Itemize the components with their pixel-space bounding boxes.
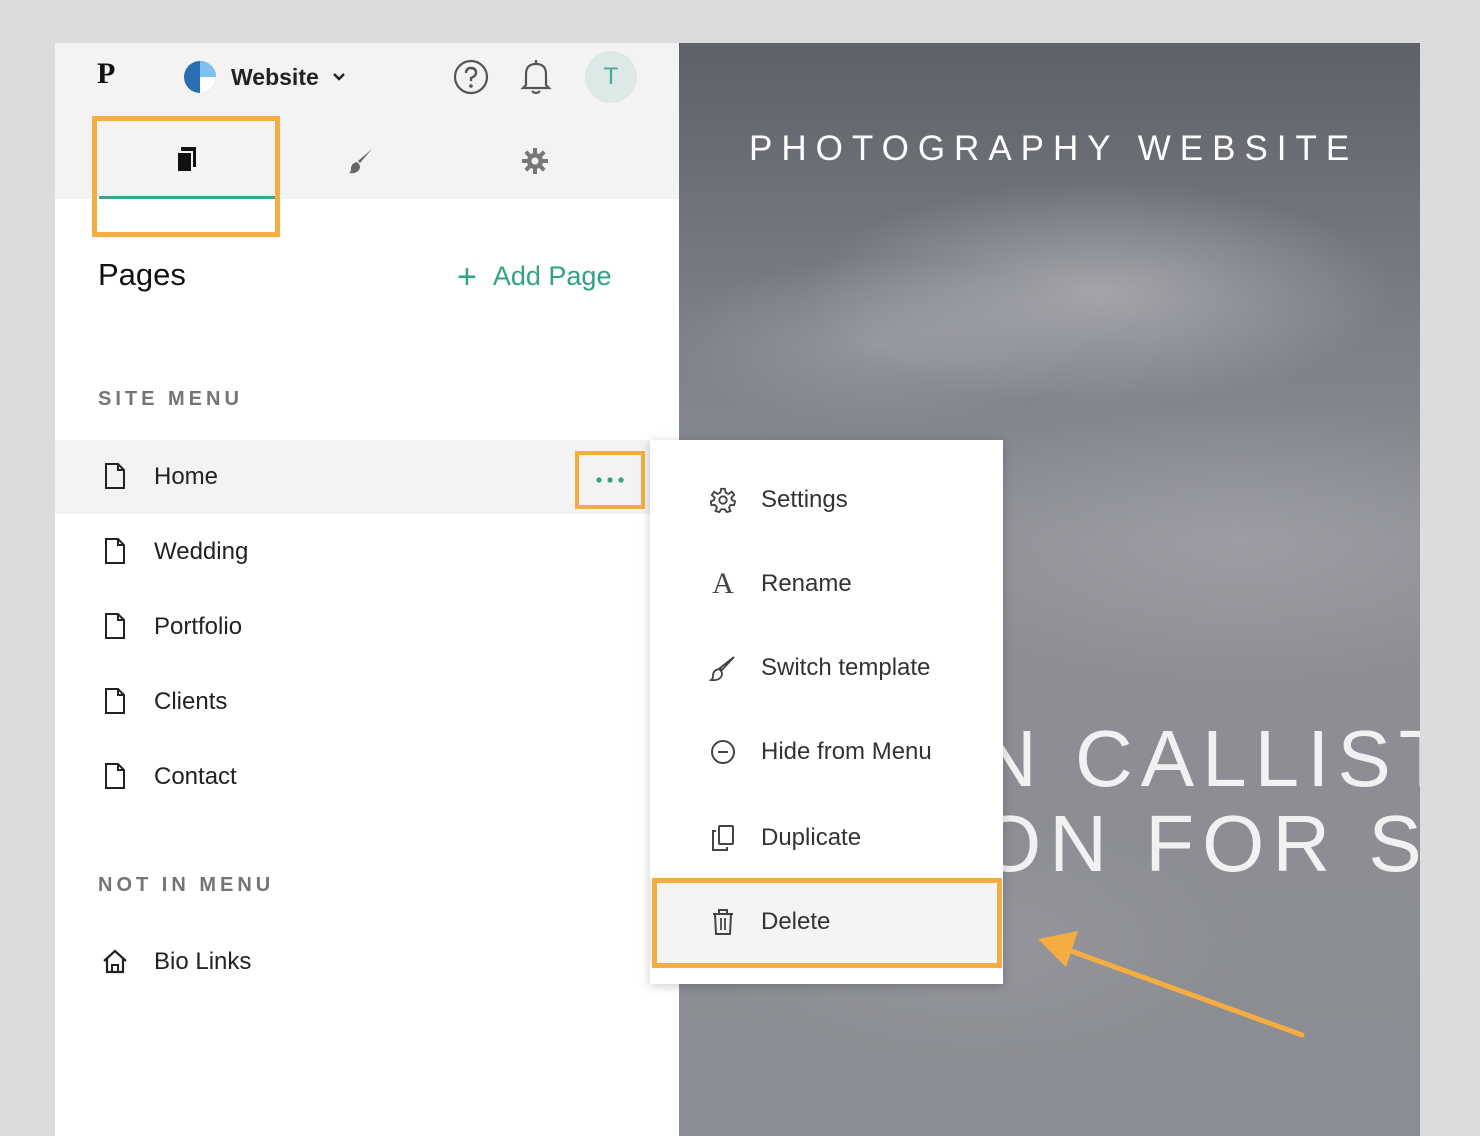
menu-item-label: Settings	[761, 486, 848, 513]
app-logo[interactable]: P	[97, 57, 115, 91]
tab-settings[interactable]	[447, 123, 623, 199]
menu-item-label: Duplicate	[761, 824, 862, 851]
gear-icon	[708, 485, 738, 515]
site-name: Website	[231, 63, 319, 90]
tab-design[interactable]	[273, 123, 449, 199]
gear-icon	[522, 148, 548, 174]
page-item-contact[interactable]: Contact	[55, 740, 679, 814]
menu-item-hide-from-menu[interactable]: Hide from Menu	[650, 710, 1003, 794]
brush-icon	[349, 149, 372, 174]
top-bar: P Website T	[55, 43, 679, 123]
add-page-label: Add Page	[492, 261, 612, 291]
page-item-portfolio[interactable]: Portfolio	[55, 590, 679, 664]
minus-circle-icon	[708, 737, 738, 767]
page-item-label: Bio Links	[154, 948, 252, 975]
page-icon	[105, 613, 125, 639]
site-menu-label: SITE MENU	[98, 388, 243, 410]
page-item-bio-links[interactable]: Bio Links	[55, 925, 679, 999]
pages-title: Pages	[98, 257, 186, 292]
page-item-clients[interactable]: Clients	[55, 665, 679, 739]
home-icon	[103, 949, 127, 974]
menu-item-duplicate[interactable]: Duplicate	[650, 796, 1003, 880]
preview-hero-line-2: ON FOR S	[979, 799, 1420, 888]
page-icon	[105, 688, 125, 714]
page-item-label: Portfolio	[154, 613, 243, 640]
plus-icon: +	[457, 257, 477, 296]
page-item-label: Clients	[154, 688, 228, 715]
page-item-label: Wedding	[154, 538, 249, 565]
preview-hero-line-1: N CALLIST	[979, 714, 1420, 803]
menu-item-label: Delete	[761, 908, 831, 935]
trash-icon	[708, 907, 738, 937]
menu-item-label: Hide from Menu	[761, 738, 932, 765]
menu-item-rename[interactable]: A Rename	[650, 542, 1003, 626]
page-more-options-button[interactable]	[575, 451, 645, 509]
menu-item-label: Rename	[761, 570, 852, 597]
menu-item-delete[interactable]: Delete	[650, 880, 1003, 964]
app-window: PHOTOGRAPHY WEBSITE N CALLIST ON FOR S P…	[55, 43, 1420, 1136]
page-icon	[105, 538, 125, 564]
avatar[interactable]: T	[585, 51, 637, 103]
page-item-wedding[interactable]: Wedding	[55, 515, 679, 589]
page-icon	[105, 463, 125, 489]
menu-item-settings[interactable]: Settings	[650, 458, 1003, 542]
letter-a-icon: A	[712, 567, 734, 600]
preview-site-title: PHOTOGRAPHY WEBSITE	[749, 129, 1359, 168]
help-icon[interactable]	[453, 59, 489, 95]
add-page-button[interactable]: + Add Page	[457, 257, 612, 296]
pages-icon	[176, 146, 196, 173]
sidebar-tabs	[55, 123, 679, 199]
more-dots-icon	[596, 477, 624, 483]
tab-pages[interactable]	[99, 123, 275, 199]
menu-item-switch-template[interactable]: Switch template	[650, 626, 1003, 710]
page-item-label: Contact	[154, 763, 237, 790]
duplicate-icon	[708, 823, 738, 853]
page-item-label: Home	[154, 463, 219, 490]
page-context-menu: Settings A Rename Switch template Hide f…	[650, 440, 1003, 984]
not-in-menu-label: NOT IN MENU	[98, 874, 275, 896]
bell-icon[interactable]	[518, 57, 554, 97]
site-switcher[interactable]: Website	[183, 59, 347, 95]
chevron-down-icon	[332, 73, 345, 81]
sidebar: P Website T Pages + Add Page SITE MENU H…	[55, 43, 679, 1136]
site-logo-icon	[184, 61, 216, 93]
menu-item-label: Switch template	[761, 654, 931, 681]
brush-icon	[708, 653, 738, 683]
page-icon	[105, 763, 125, 789]
